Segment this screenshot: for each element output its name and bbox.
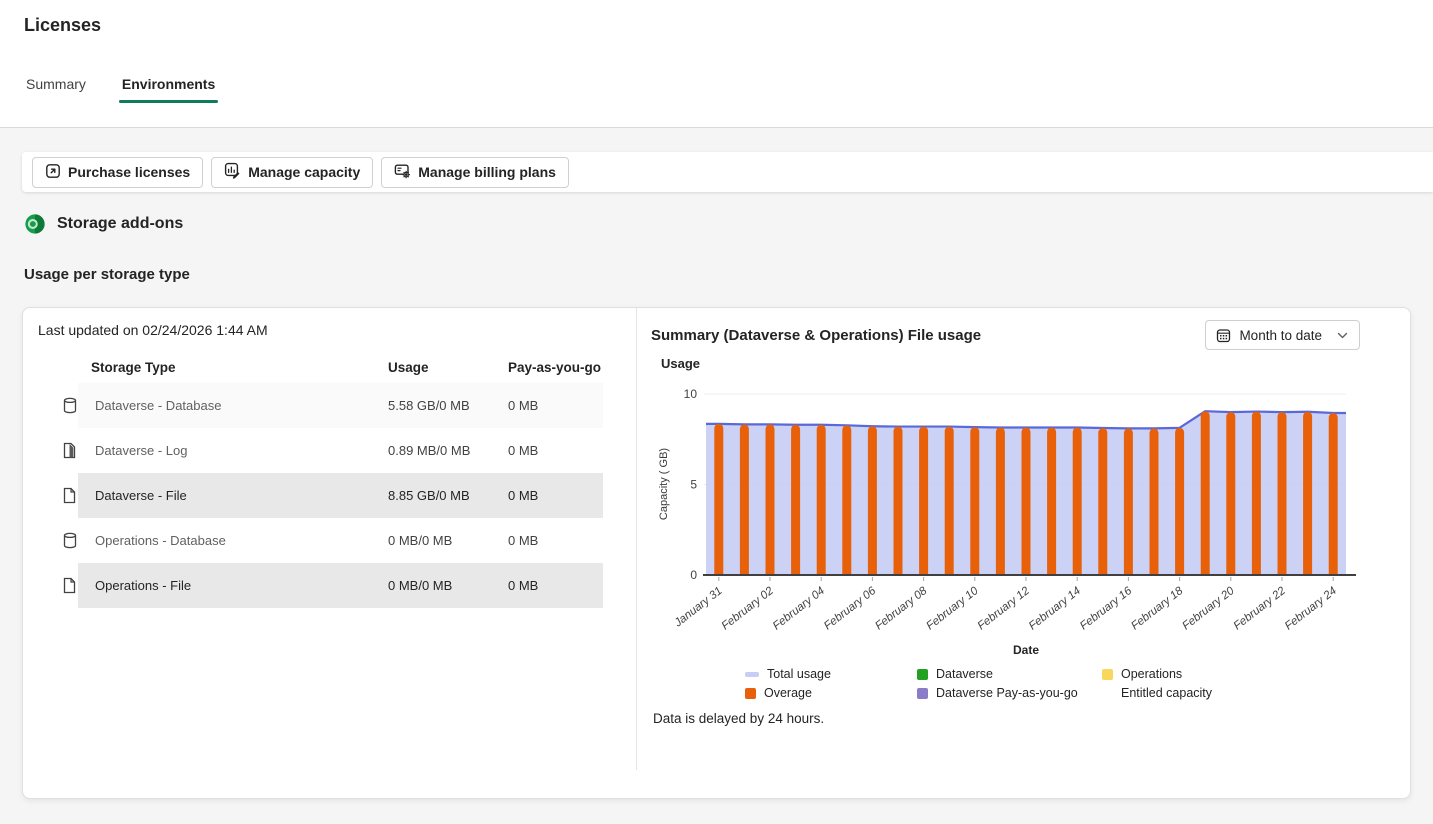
chart-legend: Total usage Overage Dataverse Dataverse … (745, 667, 1394, 700)
svg-text:Date: Date (1013, 643, 1039, 657)
table-header-row: Storage Type Usage Pay-as-you-go (23, 353, 636, 381)
table-row[interactable]: Dataverse - Database 5.58 GB/0 MB 0 MB (23, 383, 636, 428)
chart-title: Summary (Dataverse & Operations) File us… (651, 326, 982, 344)
overage-swatch (745, 687, 756, 699)
svg-text:February 22: February 22 (1232, 585, 1289, 633)
chart-edit-icon (224, 162, 241, 182)
calendar-icon (1216, 328, 1231, 343)
date-range-value: Month to date (1239, 327, 1322, 343)
usage-per-storage-type-heading: Usage per storage type (24, 266, 190, 283)
page-header: Licenses Summary Environments (0, 0, 1433, 128)
svg-text:February 24: February 24 (1283, 585, 1339, 633)
billing-gear-icon (394, 162, 411, 182)
storage-addons-header: Storage add-ons (24, 213, 1433, 235)
svg-text:0: 0 (690, 568, 697, 582)
dataverse-payg-swatch (917, 687, 928, 699)
svg-text:February 08: February 08 (873, 585, 930, 633)
page-title: Licenses (24, 15, 102, 35)
table-row[interactable]: Dataverse - Log 0.89 MB/0 MB 0 MB (23, 428, 636, 473)
storage-usage-card: Last updated on 02/24/2026 1:44 AM Stora… (22, 307, 1411, 799)
svg-text:February 14: February 14 (1027, 585, 1083, 633)
database-icon (63, 397, 78, 414)
total-usage-swatch (745, 671, 759, 677)
svg-text:February 18: February 18 (1129, 585, 1186, 633)
tab-environments[interactable]: Environments (118, 76, 219, 103)
table-row[interactable]: Operations - Database 0 MB/0 MB 0 MB (23, 518, 636, 563)
legend-item-operations[interactable]: Operations (1102, 667, 1212, 681)
purchase-licenses-button[interactable]: Purchase licenses (32, 156, 204, 188)
legend-item-entitled-capacity[interactable]: Entitled capacity (1102, 686, 1212, 700)
legend-item-overage[interactable]: Overage (745, 686, 917, 700)
svg-text:February 16: February 16 (1078, 585, 1135, 633)
table-row[interactable]: Dataverse - File 8.85 GB/0 MB 0 MB (23, 473, 636, 518)
column-header-storage-type: Storage Type (91, 359, 176, 375)
operations-swatch (1102, 668, 1113, 680)
svg-text:February 04: February 04 (771, 585, 827, 633)
chart-header: Summary (Dataverse & Operations) File us… (651, 320, 1394, 350)
column-header-usage: Usage (388, 359, 429, 375)
legend-item-total-usage[interactable]: Total usage (745, 667, 917, 681)
file-icon (63, 577, 78, 594)
file-icon (63, 487, 78, 504)
manage-capacity-button[interactable]: Manage capacity (211, 156, 374, 188)
table-row[interactable]: Operations - File 0 MB/0 MB 0 MB (23, 563, 636, 608)
legend-item-dataverse[interactable]: Dataverse (917, 667, 1102, 681)
legend-item-dataverse-payg[interactable]: Dataverse Pay-as-you-go (917, 686, 1102, 700)
usage-chart-svg: Usage0510January 31February 02February 0… (658, 356, 1356, 657)
tab-summary[interactable]: Summary (26, 76, 86, 103)
storage-type-panel: Last updated on 02/24/2026 1:44 AM Stora… (23, 308, 637, 770)
column-header-payg: Pay-as-you-go (508, 359, 602, 375)
svg-text:February 20: February 20 (1180, 585, 1237, 633)
open-in-new-icon (45, 163, 61, 182)
storage-addons-icon (24, 213, 46, 235)
svg-text:Usage: Usage (661, 356, 700, 371)
database-icon (63, 532, 78, 549)
svg-text:February 06: February 06 (822, 585, 879, 633)
svg-text:5: 5 (690, 478, 697, 492)
chevron-down-icon (1336, 329, 1349, 342)
tab-bar: Summary Environments (26, 76, 1433, 103)
svg-text:10: 10 (684, 387, 698, 401)
dataverse-swatch (917, 668, 928, 680)
data-delay-note: Data is delayed by 24 hours. (653, 711, 825, 726)
svg-text:Capacity ( GB): Capacity ( GB) (658, 448, 670, 520)
storage-type-table: Storage Type Usage Pay-as-you-go Dataver… (23, 353, 636, 608)
file-usage-chart-panel: Summary (Dataverse & Operations) File us… (637, 308, 1410, 798)
svg-text:February 12: February 12 (976, 585, 1033, 633)
svg-text:February 10: February 10 (924, 585, 981, 633)
command-bar: Purchase licenses Manage capacity Manage… (22, 152, 1433, 192)
last-updated-text: Last updated on 02/24/2026 1:44 AM (38, 322, 268, 338)
manage-billing-plans-button[interactable]: Manage billing plans (381, 156, 569, 188)
log-file-icon (63, 442, 78, 459)
storage-addons-title: Storage add-ons (57, 215, 184, 232)
svg-text:February 02: February 02 (720, 585, 777, 633)
date-range-dropdown[interactable]: Month to date (1205, 320, 1360, 350)
svg-text:January 31: January 31 (672, 585, 725, 630)
